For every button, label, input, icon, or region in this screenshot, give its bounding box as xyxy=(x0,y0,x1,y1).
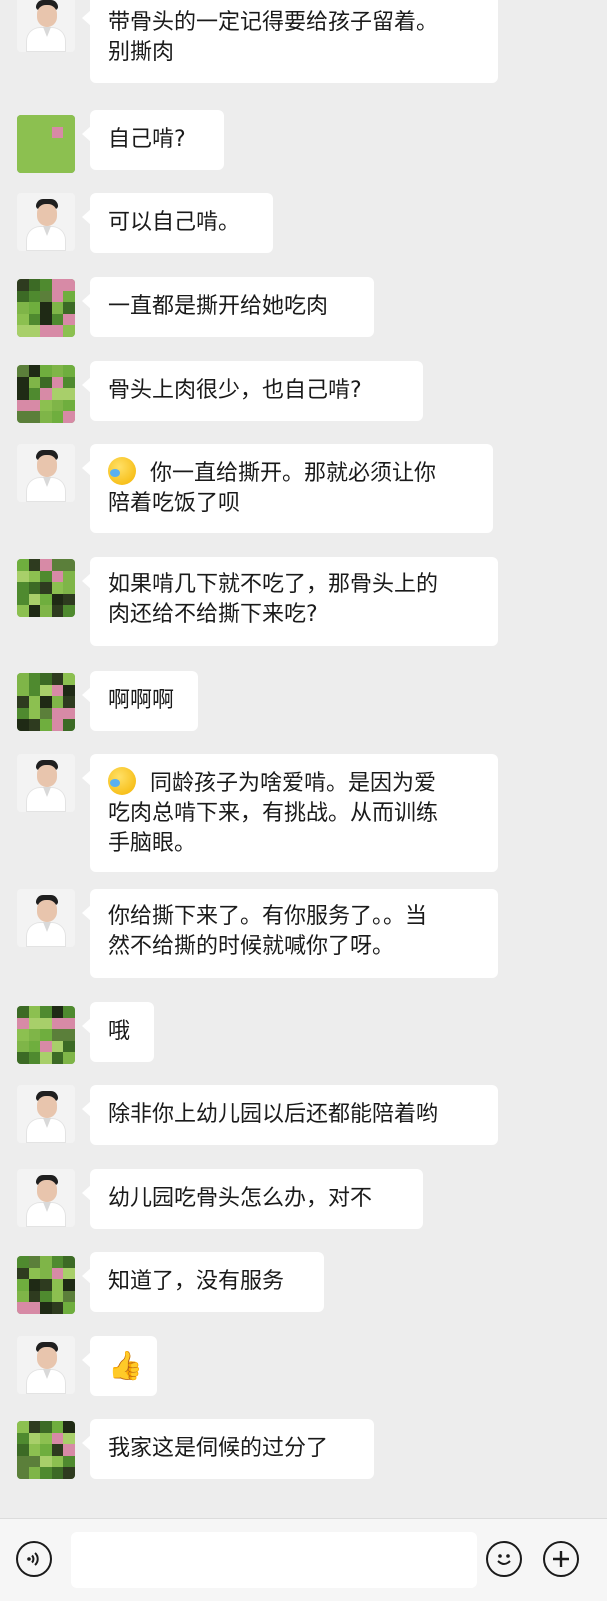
message-bubble[interactable]: 骨头上肉很少，也自己啃? xyxy=(82,361,423,421)
message-bubble[interactable]: 如果啃几下就不吃了，那骨头上的 肉还给不给撕下来吃? xyxy=(82,557,498,646)
avatar-parent[interactable] xyxy=(17,559,75,617)
message-bubble[interactable]: 哦 xyxy=(82,1002,154,1062)
avatar-parent[interactable] xyxy=(17,365,75,423)
avatar-teacher[interactable] xyxy=(17,1169,75,1227)
input-bar xyxy=(0,1518,607,1601)
plus-icon[interactable] xyxy=(543,1541,579,1577)
message-bubble[interactable]: 自己啃? xyxy=(82,110,224,170)
message-bubble[interactable]: 你给撕下来了。有你服务了。。当 然不给撕的时候就喊你了呀。 xyxy=(82,889,498,978)
avatar-parent[interactable] xyxy=(17,115,75,173)
message-bubble[interactable]: 带骨头的一定记得要给孩子留着。 别撕肉 xyxy=(82,0,498,83)
avatar-teacher[interactable] xyxy=(17,889,75,947)
message-bubble[interactable]: 一直都是撕开给她吃肉 xyxy=(82,277,374,337)
avatar-parent[interactable] xyxy=(17,1256,75,1314)
message-bubble[interactable]: 除非你上幼儿园以后还都能陪着哟 xyxy=(82,1085,498,1145)
message-bubble[interactable]: 可以自己啃。 xyxy=(82,193,273,253)
message-text: 你一直给撕开。那就必须让你 陪着吃饭了呗 xyxy=(108,461,437,516)
message-text: 同龄孩子为啥爱啃。是因为爱 吃肉总啃下来，有挑战。从而训练 手脑眼。 xyxy=(108,771,439,856)
avatar-teacher[interactable] xyxy=(17,0,75,52)
message-bubble[interactable]: 啊啊啊 xyxy=(82,671,198,731)
chat-area[interactable]: 带骨头的一定记得要给孩子留着。 别撕肉 自己啃? 可以自己啃。 一直都是撕开给她… xyxy=(0,0,607,1518)
avatar-teacher[interactable] xyxy=(17,444,75,502)
plus-sign-icon xyxy=(553,1551,569,1567)
voice-waves-icon xyxy=(27,1552,39,1566)
avatar-parent[interactable] xyxy=(17,673,75,731)
message-input[interactable] xyxy=(71,1532,477,1588)
message-bubble[interactable]: 幼儿园吃骨头怎么办，对不 xyxy=(82,1169,423,1229)
laughing-tears-icon xyxy=(108,767,136,795)
message-bubble[interactable]: 我家这是伺候的过分了 xyxy=(82,1419,374,1479)
voice-icon[interactable] xyxy=(16,1541,52,1577)
avatar-teacher[interactable] xyxy=(17,754,75,812)
message-bubble[interactable]: 👍 xyxy=(82,1336,157,1396)
avatar-teacher[interactable] xyxy=(17,193,75,251)
smiley-icon xyxy=(497,1554,511,1565)
message-bubble[interactable]: 同龄孩子为啥爱啃。是因为爱 吃肉总啃下来，有挑战。从而训练 手脑眼。 xyxy=(82,754,498,872)
avatar-parent[interactable] xyxy=(17,1421,75,1479)
message-bubble[interactable]: 知道了，没有服务 xyxy=(82,1252,324,1312)
avatar-parent[interactable] xyxy=(17,279,75,337)
message-bubble[interactable]: 你一直给撕开。那就必须让你 陪着吃饭了呗 xyxy=(82,444,493,533)
avatar-teacher[interactable] xyxy=(17,1336,75,1394)
avatar-teacher[interactable] xyxy=(17,1085,75,1143)
laughing-tears-icon xyxy=(108,457,136,485)
emoji-icon[interactable] xyxy=(486,1541,522,1577)
avatar-parent[interactable] xyxy=(17,1006,75,1064)
